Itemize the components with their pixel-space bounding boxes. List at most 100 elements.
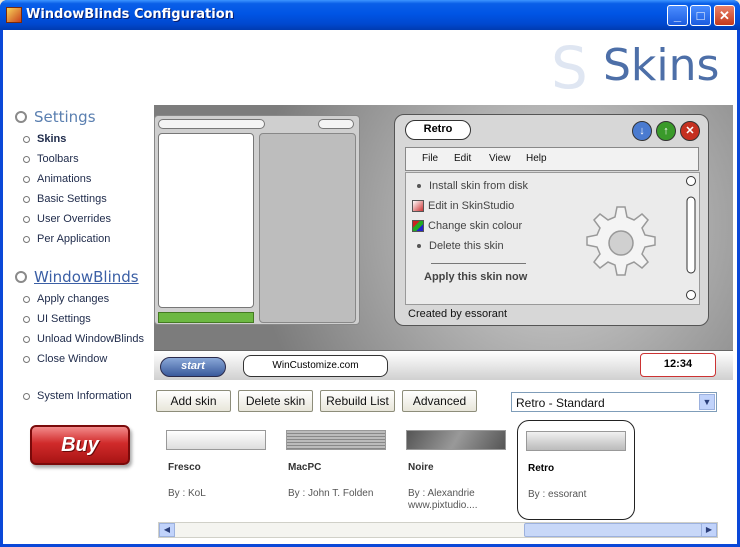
nav-item-basic-settings[interactable]: Basic Settings bbox=[23, 193, 107, 205]
bullet-icon bbox=[23, 335, 30, 343]
minimize-icon: _ bbox=[673, 8, 682, 23]
preview-close-icon: ✕ bbox=[680, 121, 700, 141]
nav-item-label: Toolbars bbox=[37, 153, 79, 165]
preview-maximize-icon: ↑ bbox=[656, 121, 676, 141]
nav-item-toolbars[interactable]: Toolbars bbox=[23, 153, 79, 165]
bullet-icon bbox=[23, 295, 30, 303]
divider bbox=[431, 263, 526, 264]
bullet-icon bbox=[23, 392, 30, 400]
minimize-button[interactable]: _ bbox=[667, 5, 688, 26]
bullet-icon bbox=[23, 195, 30, 203]
preview-progress-bar bbox=[158, 312, 254, 323]
preview-apply-label: Apply this skin now bbox=[424, 271, 528, 283]
skin-thumb-fresco[interactable]: Fresco By : KoL bbox=[158, 420, 276, 520]
nav-item-per-application[interactable]: Per Application bbox=[23, 233, 110, 245]
preview-window: Retro ↓ ↑ ✕ File Edit View Help Install … bbox=[394, 114, 709, 326]
preview-task-pane: Install skin from disk Edit in SkinStudi… bbox=[405, 172, 700, 305]
bullet-icon bbox=[23, 135, 30, 143]
bullet-icon bbox=[417, 244, 421, 248]
skin-name: Fresco bbox=[168, 462, 201, 473]
skin-thumb-image bbox=[406, 430, 506, 450]
nav-item-ui-settings[interactable]: UI Settings bbox=[23, 313, 91, 325]
bullet-icon bbox=[23, 155, 30, 163]
bullet-icon bbox=[23, 235, 30, 243]
page-title: Skins bbox=[603, 40, 720, 91]
skin-name: MacPC bbox=[288, 462, 322, 473]
nav-item-system-information[interactable]: System Information bbox=[23, 390, 132, 402]
window-title: WindowBlinds Configuration bbox=[26, 7, 234, 22]
skin-thumb-noire[interactable]: Noire By : Alexandrie www.pixtudio.... bbox=[398, 420, 516, 520]
preview-scrollbar bbox=[686, 176, 696, 300]
preview-menu-file: File bbox=[422, 153, 439, 164]
skins-watermark: S bbox=[551, 34, 588, 102]
nav-item-animations[interactable]: Animations bbox=[23, 173, 91, 185]
preview-list-pane bbox=[158, 133, 254, 308]
task-label: Edit in SkinStudio bbox=[428, 200, 515, 212]
nav-item-skins[interactable]: Skins bbox=[23, 133, 66, 145]
bullet-icon bbox=[23, 175, 30, 183]
buy-button[interactable]: Buy bbox=[30, 425, 130, 465]
close-icon: ✕ bbox=[719, 8, 730, 23]
rebuild-list-button[interactable]: Rebuild List bbox=[320, 390, 395, 412]
scrollbar-thumb[interactable] bbox=[524, 523, 702, 537]
nav-heading-settings[interactable]: Settings bbox=[15, 108, 96, 126]
nav-heading-windowblinds[interactable]: WindowBlinds bbox=[15, 268, 139, 286]
chevron-down-icon[interactable]: ▼ bbox=[699, 394, 715, 410]
preview-explorer-panel bbox=[154, 115, 360, 325]
task-label: Change skin colour bbox=[428, 220, 523, 232]
nav-item-label: Unload WindowBlinds bbox=[37, 333, 144, 345]
skin-thumb-image bbox=[526, 431, 626, 451]
preview-search-pill bbox=[318, 119, 354, 129]
bullet-icon bbox=[417, 184, 421, 188]
nav-item-close-window[interactable]: Close Window bbox=[23, 353, 107, 365]
advanced-button[interactable]: Advanced bbox=[402, 390, 477, 412]
nav-item-label: Skins bbox=[37, 133, 67, 145]
scheme-select[interactable]: Retro - Standard ▼ bbox=[511, 392, 717, 412]
preview-start-button: start bbox=[160, 357, 226, 377]
preview-minimize-icon: ↓ bbox=[632, 121, 652, 141]
skin-name: Retro bbox=[528, 463, 555, 474]
nav-item-label: Close Window bbox=[37, 353, 108, 365]
main-window: WindowBlinds Configuration _ □ ✕ S Skins… bbox=[0, 0, 740, 547]
title-bar[interactable]: WindowBlinds Configuration _ □ ✕ bbox=[0, 0, 740, 30]
bullet-icon bbox=[23, 315, 30, 323]
scroll-left-icon[interactable]: ◀ bbox=[159, 523, 175, 537]
nav-heading-label: Settings bbox=[34, 108, 96, 126]
nav-item-apply-changes[interactable]: Apply changes bbox=[23, 293, 109, 305]
nav-heading-label: WindowBlinds bbox=[34, 268, 139, 286]
preview-menu-view: View bbox=[489, 153, 511, 164]
maximize-button[interactable]: □ bbox=[690, 5, 711, 26]
preview-window-title: Retro bbox=[405, 120, 471, 140]
nav-item-label: System Information bbox=[37, 390, 132, 402]
preview-clock: 12:34 bbox=[640, 353, 716, 377]
skin-thumb-retro[interactable]: Retro By : essorant bbox=[517, 420, 635, 520]
preview-menu-bar: File Edit View Help bbox=[405, 147, 699, 171]
preview-address-bar bbox=[158, 119, 265, 129]
nav-item-label: User Overrides bbox=[37, 213, 111, 225]
close-button[interactable]: ✕ bbox=[714, 5, 735, 26]
skin-author: By : Alexandrie www.pixtudio.... bbox=[408, 488, 478, 511]
skin-author: By : John T. Folden bbox=[288, 488, 374, 499]
preview-taskbar-item: WinCustomize.com bbox=[243, 355, 388, 377]
nav-item-unload[interactable]: Unload WindowBlinds bbox=[23, 333, 144, 345]
preview-task-edit: Edit in SkinStudio bbox=[412, 200, 514, 212]
bullet-icon bbox=[23, 215, 30, 223]
circle-icon bbox=[15, 271, 27, 283]
nav-item-label: Animations bbox=[37, 173, 92, 185]
preview-task-colour: Change skin colour bbox=[412, 220, 522, 232]
skin-thumb-macpc[interactable]: MacPC By : John T. Folden bbox=[278, 420, 396, 520]
skins-horizontal-scrollbar[interactable]: ◀ ▶ bbox=[158, 522, 718, 538]
preview-task-install: Install skin from disk bbox=[412, 180, 528, 192]
skinstudio-icon bbox=[412, 200, 424, 212]
task-label: Delete this skin bbox=[429, 240, 504, 252]
add-skin-button[interactable]: Add skin bbox=[156, 390, 231, 412]
bullet-icon bbox=[23, 355, 30, 363]
circle-icon bbox=[15, 111, 27, 123]
scroll-right-icon[interactable]: ▶ bbox=[701, 523, 717, 537]
preview-status-bar: Created by essorant bbox=[408, 308, 508, 320]
preview-menu-help: Help bbox=[526, 153, 547, 164]
delete-skin-button[interactable]: Delete skin bbox=[238, 390, 313, 412]
nav-item-label: Basic Settings bbox=[37, 193, 107, 205]
maximize-icon: □ bbox=[696, 8, 705, 23]
nav-item-user-overrides[interactable]: User Overrides bbox=[23, 213, 111, 225]
